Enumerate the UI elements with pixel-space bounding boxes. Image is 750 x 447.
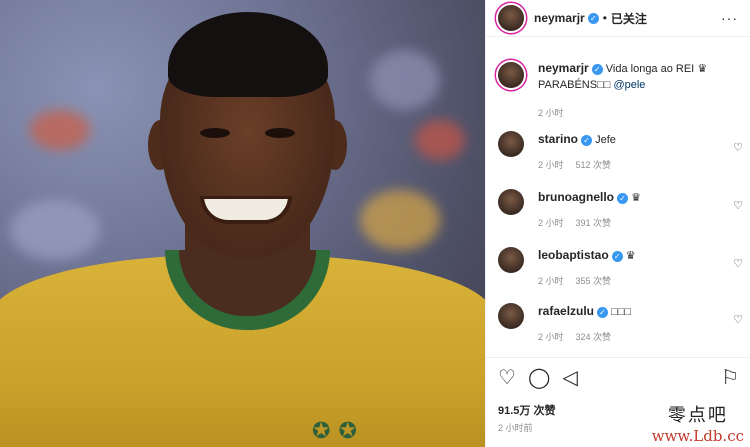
caption-text-line1: Vida longa ao REI xyxy=(605,63,695,75)
commenter-username[interactable]: starino xyxy=(538,132,578,146)
watermark-title: 零点吧 xyxy=(667,405,728,426)
comment-time: 2 小时 xyxy=(538,276,564,286)
caption-avatar[interactable] xyxy=(498,62,524,88)
verified-badge-icon: ✓ xyxy=(591,63,603,75)
commenter-avatar[interactable] xyxy=(498,303,524,329)
comment-item: rafaelzulu ✓ □□□ 2 小时 324 次赞 ♡ xyxy=(486,303,750,345)
commenter-avatar[interactable] xyxy=(498,131,524,157)
author-username[interactable]: neymarjr xyxy=(534,11,585,25)
verified-badge-icon: ✓ xyxy=(617,192,628,204)
commenter-username[interactable]: rafaelzulu xyxy=(538,304,594,318)
caption-time: 2 小时 xyxy=(538,108,564,118)
instagram-post: ✪ ✪ neymarjr ✓ • 已关注 ··· neymarjr ✓ Vida l… xyxy=(0,0,750,447)
comment-text: □□□ xyxy=(611,306,632,318)
comment-likes[interactable]: 324 次赞 xyxy=(576,332,612,342)
comment-likes[interactable]: 355 次赞 xyxy=(576,276,612,286)
watermark: 零点吧 www.Ldb.cc xyxy=(652,401,744,445)
commenter-avatar[interactable] xyxy=(498,189,524,215)
comment-time: 2 小时 xyxy=(538,160,564,170)
separator-dot: • xyxy=(602,11,607,25)
commenter-username[interactable]: leobaptistao xyxy=(538,248,609,262)
share-icon[interactable]: ◁ xyxy=(562,367,577,389)
commenter-avatar[interactable] xyxy=(498,247,524,273)
post-caption: neymarjr ✓ Vida longa ao REI ♛ PARABÉNS□□… xyxy=(486,37,750,121)
mention-link[interactable]: @pele xyxy=(613,79,645,91)
verified-badge-icon: ✓ xyxy=(581,134,593,146)
comment-item: brunoagnello ✓ ♛ 2 小时 391 次赞 ♡ xyxy=(486,189,750,231)
comment-text: ♛ xyxy=(625,250,636,262)
comment-like-heart-icon[interactable]: ♡ xyxy=(733,313,743,326)
comment-item: starino ✓ Jefe 2 小时 512 次赞 ♡ xyxy=(486,131,750,173)
comment-icon[interactable]: ◯ xyxy=(528,367,550,389)
comment-like-heart-icon[interactable]: ♡ xyxy=(733,257,743,270)
comment-text: ♛ xyxy=(631,192,641,204)
bookmark-icon[interactable]: ⚐ xyxy=(721,367,739,389)
verified-badge-icon: ✓ xyxy=(597,306,609,318)
comment-time: 2 小时 xyxy=(538,218,564,228)
verified-badge-icon: ✓ xyxy=(587,12,599,24)
caption-username[interactable]: neymarjr xyxy=(538,61,589,75)
post-header: neymarjr ✓ • 已关注 ··· xyxy=(486,0,750,37)
following-button[interactable]: 已关注 xyxy=(611,10,647,27)
post-panel: neymarjr ✓ • 已关注 ··· neymarjr ✓ Vida long… xyxy=(485,0,750,447)
comment-time: 2 小时 xyxy=(538,332,564,342)
crown-emoji-icon: ♛ xyxy=(697,63,708,75)
comment-like-heart-icon[interactable]: ♡ xyxy=(733,199,743,212)
caption-text-line2: PARABÉNS□□ xyxy=(538,79,611,91)
post-photo: ✪ ✪ xyxy=(0,0,485,447)
post-time: 2 小时前 xyxy=(498,423,533,433)
author-avatar[interactable] xyxy=(498,5,524,31)
commenter-username[interactable]: brunoagnello xyxy=(538,190,614,204)
watermark-url: www.Ldb.cc xyxy=(651,427,744,445)
more-options-icon[interactable]: ··· xyxy=(721,10,738,26)
comment-text: Jefe xyxy=(595,134,616,146)
action-bar: ♡ ◯ ◁ ⚐ xyxy=(486,357,750,389)
comment-item: leobaptistao ✓ ♛ 2 小时 355 次赞 ♡ xyxy=(486,247,750,289)
comment-like-heart-icon[interactable]: ♡ xyxy=(733,141,743,154)
likes-count[interactable]: 91.5万 次赞 xyxy=(498,402,555,418)
crest-stars: ✪ ✪ xyxy=(312,418,357,443)
heart-icon[interactable]: ♡ xyxy=(498,367,516,389)
verified-badge-icon: ✓ xyxy=(611,250,623,262)
comment-likes[interactable]: 391 次赞 xyxy=(576,218,612,228)
comment-likes[interactable]: 512 次赞 xyxy=(576,160,612,170)
